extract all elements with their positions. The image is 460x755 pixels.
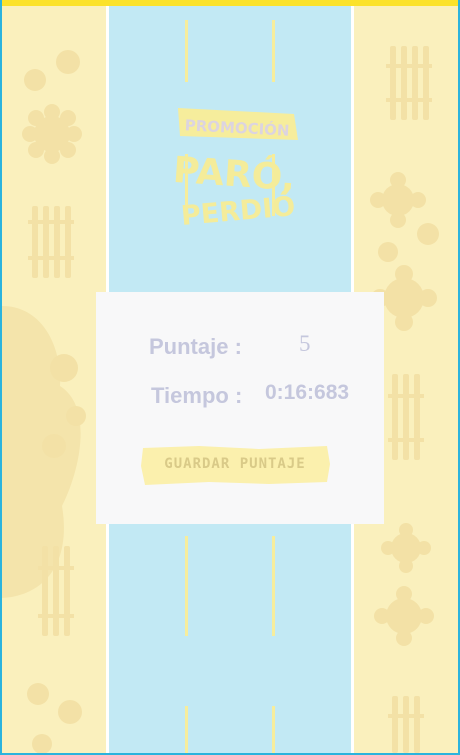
viewport-frame [0, 0, 460, 755]
